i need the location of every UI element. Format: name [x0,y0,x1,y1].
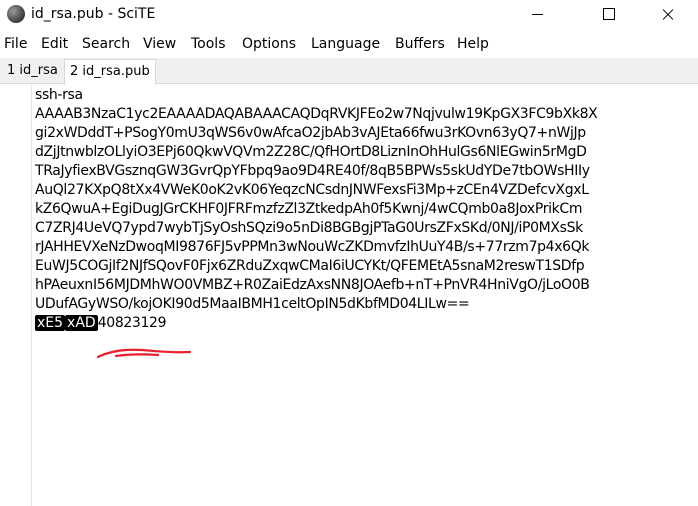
trailing-text: 40823129 [97,315,167,331]
editor-line: gi2xWDddT+PSogY0mU3qWS6v0wAfcaO2jbAb3vAJ… [35,125,586,141]
editor-line: EuWJ5COGjIf2NJfSQovF0Fjx6ZRduZxqwCMaI6iU… [35,258,585,274]
menu-tools[interactable]: Tools [191,35,226,53]
close-icon[interactable] [644,0,690,30]
menu-file[interactable]: File [4,35,27,53]
editor-line: C7ZRJ4UeVQ7ypd7wybTjSyOshSQzi9o5nDi8BGBg… [35,220,583,236]
menu-options[interactable]: Options [242,35,296,53]
control-char-badge: xE5 [35,315,66,331]
buffer-tab-bar: 1 id_rsa 2 id_rsa.pub [0,58,698,85]
menu-language[interactable]: Language [311,35,380,53]
tab-id-rsa-pub[interactable]: 2 id_rsa.pub [64,59,156,85]
editor-line: rJAHHEVXeNzDwoqMI9876FJ5vPPMn3wNouWcZKDm… [35,239,590,255]
line-number-margin [0,85,32,506]
menu-edit[interactable]: Edit [41,35,68,53]
editor-line: UDufAGyWSO/kojOKI90d5MaaIBMH1celtOpIN5dK… [35,296,470,312]
editor-line: AAAAB3NzaC1yc2EAAAADAQABAAACAQDqRVKJFEo2… [35,106,598,122]
control-char-badge: xAD [65,315,98,331]
scite-app-icon [7,5,25,23]
editor-last-line: xE5 xAD 40823129 [35,314,695,333]
editor-line: ssh-rsa [35,87,83,103]
menu-bar: File Edit Search View Tools Options Lang… [0,32,698,56]
editor-line: TRaJyfiexBVGsznqGW3GvrQpYFbpq9ao9D4RE40f… [35,163,590,179]
editor-text[interactable]: ssh-rsa AAAAB3NzaC1yc2EAAAADAQABAAACAQDq… [35,86,695,333]
tab-id-rsa[interactable]: 1 id_rsa [2,59,63,84]
menu-search[interactable]: Search [82,35,130,53]
editor-pane[interactable]: ssh-rsa AAAAB3NzaC1yc2EAAAADAQABAAACAQDq… [0,85,698,506]
title-bar: id_rsa.pub - SciTE [0,0,698,30]
editor-line: kZ6QwuA+EgiDugJGrCKHF0JFRFmzfzZl3ZtkedpA… [35,201,583,217]
maximize-icon[interactable] [584,0,630,30]
menu-buffers[interactable]: Buffers [395,35,445,53]
minimize-icon[interactable] [514,0,560,30]
editor-line: AuQl27KXpQ8tXx4VWeK0oK2vK06YeqzcNCsdnJNW… [35,182,589,198]
editor-line: dZjJtnwblzOLlyiO3EPj60QkwVQVm2Z28C/QfHOr… [35,144,587,160]
menu-help[interactable]: Help [457,35,489,53]
menu-view[interactable]: View [143,35,176,53]
window-title: id_rsa.pub - SciTE [31,6,156,22]
red-underline-annotation [96,348,192,359]
editor-line: hPAeuxnI56MJDMhWO0VMBZ+R0ZaiEdzAxsNN8JOA… [35,277,590,293]
